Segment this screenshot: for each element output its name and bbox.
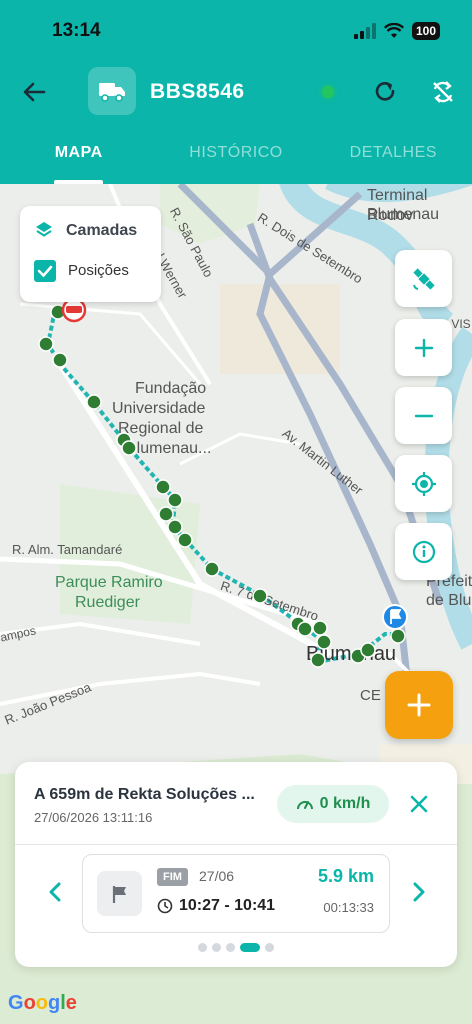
position-marker	[316, 634, 332, 650]
position-marker	[204, 561, 220, 577]
clock-icon	[157, 898, 173, 914]
add-button[interactable]	[385, 671, 453, 739]
positions-checkbox[interactable]	[34, 260, 56, 282]
sync-off-icon[interactable]	[429, 78, 457, 106]
position-info-card: A 659m de Rekta Soluções ... 27/06/2026 …	[15, 762, 457, 967]
vehicle-plate: BBS8546	[150, 80, 245, 103]
flag-icon	[112, 885, 126, 903]
tab-historico[interactable]: HISTÓRICO	[157, 142, 314, 184]
position-timestamp: 27/06/2026 13:11:16	[34, 810, 153, 825]
pager-dot[interactable]	[226, 943, 235, 952]
wifi-icon	[383, 23, 404, 38]
position-marker	[155, 479, 171, 495]
position-marker	[390, 628, 406, 644]
tab-mapa[interactable]: MAPA	[0, 142, 157, 184]
pager-dot[interactable]	[265, 943, 274, 952]
vehicle-avatar	[88, 67, 136, 115]
position-address: A 659m de Rekta Soluções ...	[34, 786, 255, 803]
tab-bar: MAPA HISTÓRICO DETALHES	[0, 142, 472, 184]
status-icons: 100	[353, 22, 440, 40]
online-status-dot	[322, 86, 334, 98]
layers-icon	[36, 222, 52, 237]
trip-flag-box	[97, 871, 142, 916]
trip-duration: 00:13:33	[323, 900, 374, 915]
pager-dot[interactable]	[212, 943, 221, 952]
position-marker	[121, 440, 137, 456]
info-button[interactable]	[395, 523, 452, 580]
pager-dot[interactable]	[198, 943, 207, 952]
speed-badge: 0 km/h	[277, 785, 389, 823]
speed-value: 0 km/h	[319, 795, 371, 812]
position-marker	[177, 532, 193, 548]
position-marker	[312, 620, 328, 636]
zoom-out-button[interactable]	[395, 387, 452, 444]
check-icon	[37, 265, 53, 278]
map-view[interactable]: Terminal Rodov Blumenau R. São Paulo R. …	[0, 184, 472, 1024]
refresh-icon[interactable]	[371, 78, 399, 106]
positions-label: Posições	[68, 262, 129, 279]
position-marker	[158, 506, 174, 522]
speedometer-icon	[296, 801, 313, 810]
google-logo: Google	[8, 992, 77, 1014]
position-marker	[167, 492, 183, 508]
trip-hours: 10:27 - 10:41	[179, 897, 276, 914]
trip-distance: 5.9 km	[317, 866, 374, 886]
status-bar: 13:14 100	[0, 0, 472, 62]
satellite-icon	[412, 267, 435, 290]
back-arrow-icon[interactable]	[20, 78, 48, 106]
position-marker	[252, 588, 268, 604]
chevron-left-icon[interactable]	[45, 880, 65, 904]
position-marker	[86, 394, 102, 410]
trip-date: 27/06	[199, 868, 235, 884]
signal-icon	[353, 23, 376, 39]
trip-summary[interactable]: FIM 27/06 10:27 - 10:41 5.9 km 00:13:33	[82, 854, 390, 933]
minus-icon	[414, 414, 433, 417]
tab-detalhes[interactable]: DETALHES	[315, 142, 472, 184]
pager-dots	[15, 943, 457, 952]
trip-status-badge: FIM	[157, 868, 188, 886]
crosshair-icon	[411, 471, 436, 496]
card-divider	[15, 844, 457, 845]
satellite-button[interactable]	[395, 250, 452, 307]
position-marker	[167, 519, 183, 535]
position-marker	[360, 642, 376, 658]
truck-icon	[99, 83, 125, 102]
battery-indicator: 100	[411, 22, 440, 40]
plus-icon	[414, 338, 433, 357]
plus-icon	[407, 693, 431, 717]
position-marker	[310, 652, 326, 668]
chevron-right-icon[interactable]	[409, 880, 429, 904]
close-icon[interactable]	[407, 792, 431, 816]
layers-title: Camadas	[66, 222, 138, 239]
position-marker	[297, 621, 313, 637]
status-time: 13:14	[52, 20, 101, 41]
position-marker	[52, 352, 68, 368]
position-marker	[38, 336, 54, 352]
zoom-in-button[interactable]	[395, 319, 452, 376]
app-header: BBS8546 MAPA HISTÓRICO DETALHES	[0, 62, 472, 184]
my-location-button[interactable]	[395, 455, 452, 512]
pager-dot-active[interactable]	[240, 943, 260, 952]
layers-panel: Camadas Posições	[20, 206, 161, 302]
info-icon	[412, 540, 435, 563]
